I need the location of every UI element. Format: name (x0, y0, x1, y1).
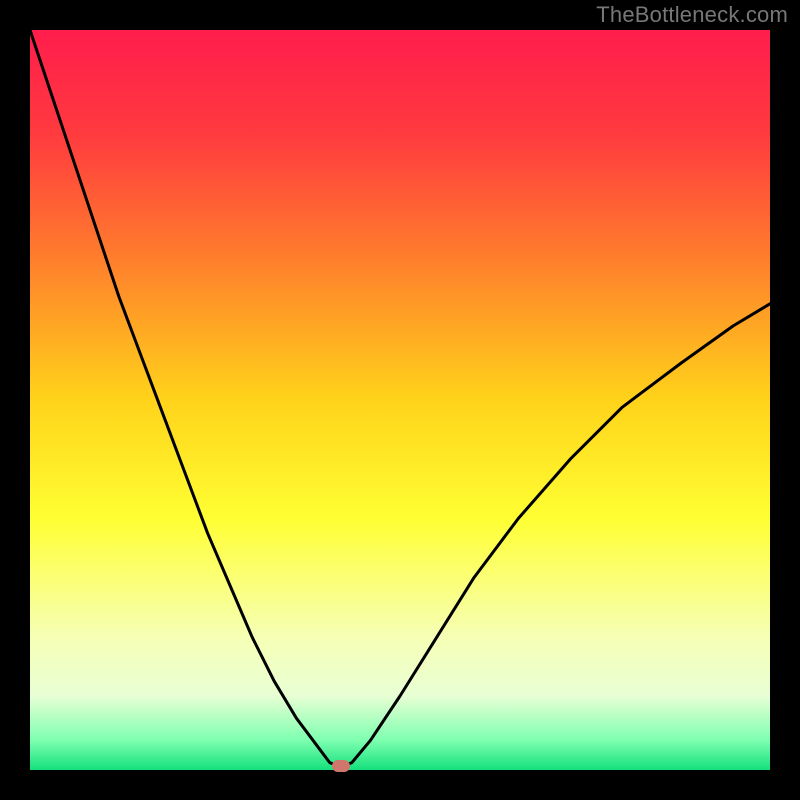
plot-area (30, 30, 770, 770)
watermark-text: TheBottleneck.com (596, 2, 788, 28)
bottleneck-curve (30, 30, 770, 770)
optimal-point-marker (332, 760, 350, 772)
chart-frame: TheBottleneck.com (0, 0, 800, 800)
